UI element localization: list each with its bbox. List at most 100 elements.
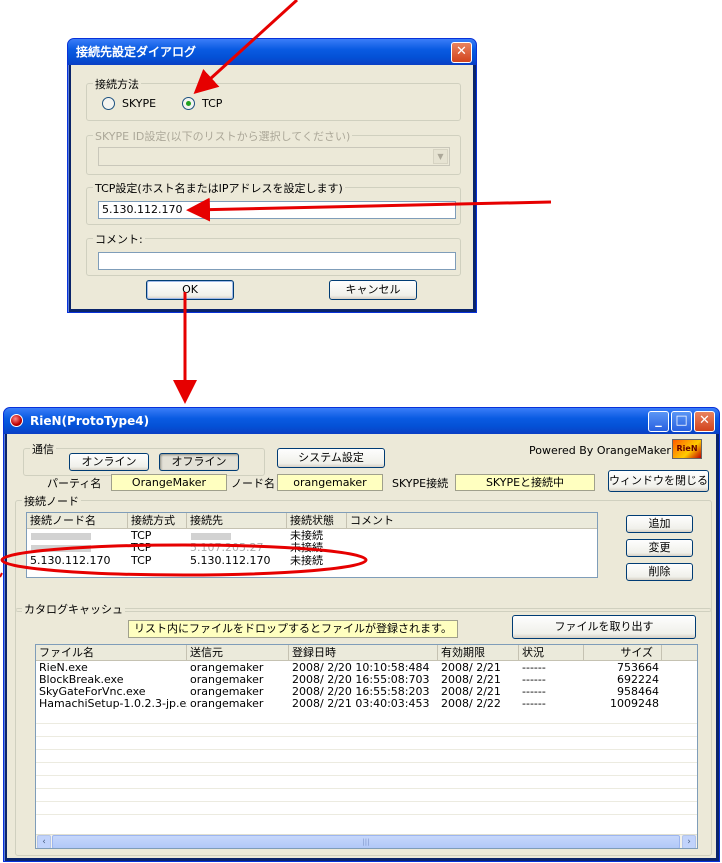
file-status: ------ — [522, 674, 546, 686]
comm-group-label: 通信 — [30, 441, 56, 457]
catalog-group: カタログキャッシュ リスト内にファイルをドロップするとファイルが登録されます。 … — [15, 601, 712, 856]
file-size: 958464 — [617, 686, 659, 698]
file-sender: orangemaker — [190, 686, 264, 698]
file-status: ------ — [522, 662, 546, 674]
node-row[interactable]: 5.130.112.170 TCP 5.130.112.170 未接続 — [27, 555, 597, 567]
close-window-button[interactable]: ウィンドウを閉じる — [608, 470, 709, 492]
col-method[interactable]: 接続方式 — [128, 513, 187, 529]
node-status: 未接続 — [290, 555, 323, 567]
col-sender[interactable]: 送信元 — [187, 645, 289, 661]
col-status[interactable]: 接続状態 — [287, 513, 347, 529]
maximize-button[interactable]: □ — [671, 411, 692, 432]
col-node-name[interactable]: 接続ノード名 — [27, 513, 128, 529]
col-file-name[interactable]: ファイル名 — [36, 645, 187, 661]
blurred-text — [31, 545, 91, 552]
node-target: 5.107.205.27 — [190, 542, 264, 554]
node-label: ノード名 — [231, 477, 275, 490]
scroll-thumb[interactable]: ||| — [52, 835, 680, 848]
file-row[interactable]: RieN.exe orangemaker 2008/ 2/20 10:10:58… — [36, 662, 697, 674]
system-settings-button[interactable]: システム設定 — [277, 448, 385, 468]
dialog-titlebar[interactable]: 接続先設定ダイアログ ✕ — [68, 39, 476, 65]
nodes-group-label: 接続ノード — [22, 493, 81, 509]
file-size: 692224 — [617, 674, 659, 686]
method-group-label: 接続方法 — [93, 76, 141, 92]
grid-line — [36, 762, 697, 763]
dialog-title: 接続先設定ダイアログ — [76, 45, 197, 59]
col-comment[interactable]: コメント — [347, 513, 597, 529]
rien-logo: RieN — [672, 439, 702, 459]
ok-button[interactable]: OK — [146, 280, 234, 300]
col-state[interactable]: 状況 — [519, 645, 584, 661]
catalog-group-label: カタログキャッシュ — [22, 601, 125, 617]
file-list[interactable]: ファイル名 送信元 登録日時 有効期限 状況 サイズ RieN.exe oran… — [35, 644, 698, 849]
main-close-button[interactable]: ✕ — [694, 411, 715, 432]
file-date: 2008/ 2/20 16:55:58:203 — [292, 686, 430, 698]
tcp-host-input[interactable]: 5.130.112.170 — [98, 201, 456, 219]
scroll-right-icon[interactable]: › — [682, 835, 696, 848]
node-method: TCP — [131, 530, 152, 542]
app-icon — [10, 414, 23, 427]
node-name — [27, 530, 128, 542]
node-list-header: 接続ノード名 接続方式 接続先 接続状態 コメント — [27, 513, 597, 529]
party-value: OrangeMaker — [111, 474, 227, 491]
offline-button[interactable]: オフライン — [159, 453, 239, 471]
grid-line — [36, 801, 697, 802]
comment-input[interactable] — [98, 252, 456, 270]
node-name: 5.130.112.170 — [30, 555, 111, 567]
node-status: 未接続 — [290, 530, 323, 542]
file-status: ------ — [522, 686, 546, 698]
col-size-label: サイズ — [620, 646, 653, 659]
node-row[interactable]: TCP 5.107.205.27 未接続 — [27, 542, 597, 554]
file-status: ------ — [522, 698, 546, 710]
grid-line — [36, 723, 697, 724]
comment-group-label: コメント: — [93, 231, 145, 247]
blurred-text — [31, 533, 91, 540]
cancel-button[interactable]: キャンセル — [329, 280, 417, 300]
file-row[interactable]: HamachiSetup-1.0.2.3-jp.exe orangemaker … — [36, 698, 697, 710]
main-titlebar[interactable]: RieN(ProtoType4) _ □ ✕ — [4, 408, 719, 434]
grid-line — [36, 775, 697, 776]
nodes-group: 接続ノード 接続ノード名 接続方式 接続先 接続状態 コメント TCP 未接続 — [15, 493, 712, 612]
chevron-down-icon: ▼ — [433, 149, 448, 164]
radio-tcp[interactable] — [182, 97, 195, 110]
comment-group: コメント: — [86, 231, 461, 276]
node-row[interactable]: TCP 未接続 — [27, 530, 597, 542]
node-target — [187, 530, 287, 542]
file-list-hscrollbar[interactable]: ‹ ||| › — [36, 834, 697, 848]
file-name: BlockBreak.exe — [39, 674, 124, 686]
file-name: SkyGateForVnc.exe — [39, 686, 146, 698]
skype-id-group-label: SKYPE ID設定(以下のリストから選択してください) — [93, 128, 353, 144]
annotation-arrow-left-fragment — [0, 572, 3, 578]
skype-conn-label: SKYPE接続 — [392, 477, 449, 490]
node-value: orangemaker — [277, 474, 383, 491]
radio-skype[interactable] — [102, 97, 115, 110]
node-status: 未接続 — [290, 542, 323, 554]
skype-conn-value: SKYPEと接続中 — [455, 474, 595, 491]
grid-line — [36, 749, 697, 750]
skype-id-select[interactable]: ▼ — [98, 147, 450, 166]
file-date: 2008/ 2/20 10:10:58:484 — [292, 662, 430, 674]
online-button[interactable]: オンライン — [69, 453, 149, 471]
file-row[interactable]: BlockBreak.exe orangemaker 2008/ 2/20 16… — [36, 674, 697, 686]
minimize-button[interactable]: _ — [648, 411, 669, 432]
col-size[interactable]: サイズ — [584, 645, 662, 661]
scroll-left-icon[interactable]: ‹ — [37, 835, 51, 848]
file-name: HamachiSetup-1.0.2.3-jp.exe — [39, 698, 187, 710]
node-list[interactable]: 接続ノード名 接続方式 接続先 接続状態 コメント TCP 未接続 TCP 5.… — [26, 512, 598, 578]
col-date[interactable]: 登録日時 — [289, 645, 438, 661]
skype-id-group: SKYPE ID設定(以下のリストから選択してください) ▼ — [86, 128, 461, 175]
dialog-close-button[interactable]: ✕ — [451, 42, 472, 63]
col-expiry[interactable]: 有効期限 — [438, 645, 519, 661]
file-sender: orangemaker — [190, 674, 264, 686]
delete-button[interactable]: 削除 — [626, 563, 693, 581]
add-button[interactable]: 追加 — [626, 515, 693, 533]
connection-dialog: 接続先設定ダイアログ ✕ 接続方法 SKYPE TCP SKYPE ID設定(以… — [67, 38, 477, 313]
file-expiry: 2008/ 2/21 — [441, 674, 501, 686]
grid-line — [36, 736, 697, 737]
catalog-hint: リスト内にファイルをドロップするとファイルが登録されます。 — [128, 620, 458, 638]
file-row[interactable]: SkyGateForVnc.exe orangemaker 2008/ 2/20… — [36, 686, 697, 698]
col-target[interactable]: 接続先 — [187, 513, 287, 529]
change-button[interactable]: 変更 — [626, 539, 693, 557]
extract-file-button[interactable]: ファイルを取り出す — [512, 615, 696, 639]
grid-line — [36, 788, 697, 789]
